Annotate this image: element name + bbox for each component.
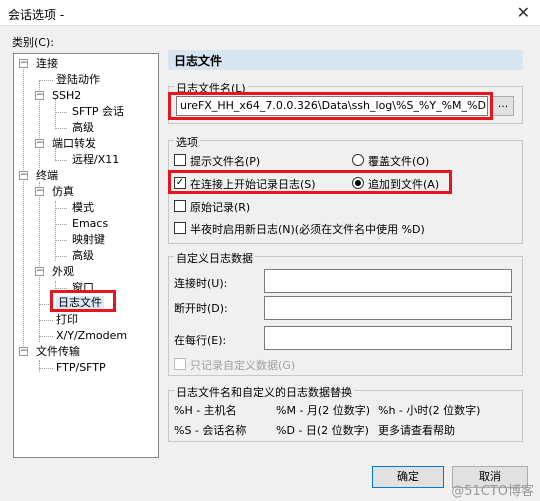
tree-item-port-forwarding[interactable]: 端口转发 xyxy=(52,137,96,151)
browse-button[interactable]: ... xyxy=(492,96,514,116)
midnight-new-file-checkbox[interactable] xyxy=(174,222,186,234)
on-disconnect-input[interactable] xyxy=(264,296,512,320)
sub-month: %M - 月(2 位数字) xyxy=(276,404,370,417)
raw-log-checkbox[interactable] xyxy=(174,200,186,212)
highlight-log-file xyxy=(50,290,116,312)
sub-more-help: 更多请查看帮助 xyxy=(378,424,455,437)
tree-item-xyzmodem[interactable]: X/Y/Zmodem xyxy=(56,329,127,343)
tree-item-login-actions[interactable]: 登陆动作 xyxy=(56,73,100,87)
tree-item-printing[interactable]: 打印 xyxy=(56,313,78,327)
close-icon[interactable]: ✕ xyxy=(517,3,530,22)
tree-item-ftp-sftp[interactable]: FTP/SFTP xyxy=(56,361,106,375)
overwrite-file-label: 覆盖文件(O) xyxy=(368,155,430,168)
overwrite-file-radio[interactable] xyxy=(352,154,364,166)
on-each-line-label: 在每行(E): xyxy=(174,334,227,347)
on-connect-label: 连接时(U): xyxy=(174,277,228,290)
tree-item-appearance[interactable]: 外观 xyxy=(52,265,74,279)
collapse-icon[interactable]: − xyxy=(19,59,28,68)
raw-log-label: 原始记录(R) xyxy=(190,201,251,214)
on-disconnect-label: 断开时(D): xyxy=(174,302,228,315)
collapse-icon[interactable]: − xyxy=(35,187,44,196)
tree-item-connection[interactable]: 连接 xyxy=(36,57,58,71)
tree-item-emulation-advanced[interactable]: 高级 xyxy=(72,249,94,263)
tree-item-ssh2[interactable]: SSH2 xyxy=(52,89,81,103)
custom-only-label: 只记录自定义数据(G) xyxy=(190,359,296,372)
prompt-filename-label: 提示文件名(P) xyxy=(190,155,261,168)
tree-item-emulation[interactable]: 仿真 xyxy=(52,185,74,199)
category-label: 类别(C): xyxy=(12,36,54,49)
collapse-icon[interactable]: − xyxy=(19,171,28,180)
tree-item-ssh2-advanced[interactable]: 高级 xyxy=(72,121,94,135)
tree-item-emacs[interactable]: Emacs xyxy=(72,217,108,231)
highlight-log-filename xyxy=(168,92,493,120)
collapse-icon[interactable]: − xyxy=(35,267,44,276)
sub-session: %S - 会话名称 xyxy=(174,424,247,437)
collapse-icon[interactable]: − xyxy=(35,139,44,148)
ok-button[interactable]: 确定 xyxy=(372,466,444,488)
tree-item-remote-x11[interactable]: 远程/X11 xyxy=(72,153,119,167)
sub-hour: %h - 小时(2 位数字) xyxy=(378,404,481,417)
tree-item-file-transfer[interactable]: 文件传输 xyxy=(36,345,80,359)
watermark: @51CTO博客 xyxy=(451,484,534,499)
collapse-icon[interactable]: − xyxy=(19,347,28,356)
midnight-new-file-label: 半夜时启用新日志(N)(必须在文件名中使用 %D) xyxy=(190,223,425,236)
on-each-line-input[interactable] xyxy=(264,326,512,350)
tree-item-modes[interactable]: 模式 xyxy=(72,201,94,215)
category-tree[interactable]: − 连接 登陆动作 − SSH2 SFTP 会话 高级 − 端口转发 远程/X1… xyxy=(13,53,159,458)
title-bar: 会话选项 - ✕ xyxy=(0,0,540,26)
tree-item-mapped-keys[interactable]: 映射键 xyxy=(72,233,105,247)
on-connect-input[interactable] xyxy=(264,269,512,293)
section-header: 日志文件 xyxy=(168,50,523,70)
custom-log-title: 自定义日志数据 xyxy=(174,250,255,266)
window-title: 会话选项 - xyxy=(8,8,65,22)
highlight-log-options xyxy=(168,170,452,194)
tree-item-sftp-session[interactable]: SFTP 会话 xyxy=(72,105,124,119)
sub-host: %H - 主机名 xyxy=(174,404,237,417)
sub-day: %D - 日(2 位数字) xyxy=(276,424,369,437)
custom-only-checkbox[interactable] xyxy=(174,358,186,370)
substitutions-title: 日志文件名和自定义的日志数据替换 xyxy=(174,384,354,400)
prompt-filename-checkbox[interactable] xyxy=(174,154,186,166)
options-title: 选项 xyxy=(174,134,200,150)
collapse-icon[interactable]: − xyxy=(35,91,44,100)
tree-item-terminal[interactable]: 终端 xyxy=(36,169,58,183)
